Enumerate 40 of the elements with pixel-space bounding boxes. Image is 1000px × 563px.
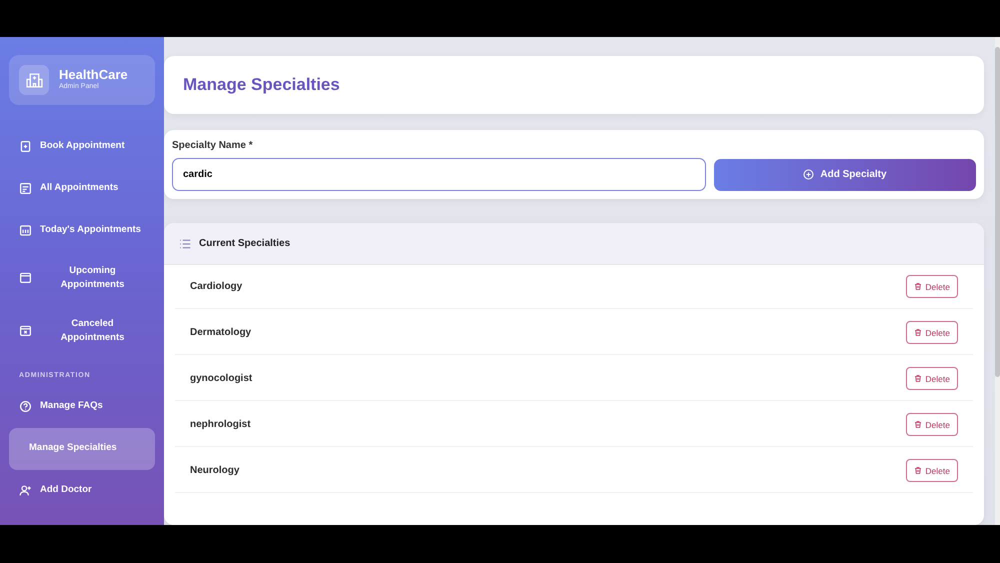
- trash-icon: [914, 374, 922, 384]
- trash-icon: [914, 328, 922, 338]
- specialty-name: Dermatology: [190, 326, 252, 340]
- add-specialty-button[interactable]: Add Specialty: [714, 158, 976, 191]
- help-icon: [19, 400, 32, 413]
- delete-button[interactable]: Delete: [906, 367, 958, 390]
- hospital-icon: [26, 72, 42, 88]
- trash-icon: [914, 466, 922, 476]
- sidebar-item[interactable]: Add Doctor: [9, 470, 155, 512]
- sidebar-item[interactable]: Manage FAQs: [9, 386, 155, 428]
- delete-button[interactable]: Delete: [906, 413, 958, 436]
- calendar-icon: [19, 224, 32, 236]
- sidebar-item[interactable]: Upcoming Appointments: [9, 251, 155, 304]
- notebook-icon: [19, 140, 32, 152]
- scrollbar[interactable]: [995, 37, 1000, 525]
- brand-title: HealthCare: [59, 68, 128, 82]
- sidebar-item[interactable]: Manage Specialties: [9, 428, 155, 470]
- sidebar-item[interactable]: All Appointments: [9, 167, 155, 209]
- field-label: Specialty Name *: [172, 139, 254, 154]
- document-icon: [19, 182, 32, 194]
- plus-circle-icon: [803, 169, 814, 180]
- calendar-icon: [19, 271, 32, 284]
- list-icon: [179, 238, 191, 250]
- sidebar-item[interactable]: Today's Appointments: [9, 209, 155, 251]
- calendar-icon: [19, 324, 32, 337]
- page-title: Manage Specialties: [182, 74, 341, 96]
- specialty-name: nephrologist: [190, 418, 251, 432]
- sidebar-item[interactable]: Canceled Appointments: [9, 304, 155, 357]
- list-title: Current Specialties: [199, 237, 290, 252]
- user-add-icon: [19, 484, 32, 497]
- trash-icon: [914, 282, 922, 292]
- specialty-name: Neurology: [190, 464, 240, 478]
- trash-icon: [914, 420, 922, 430]
- sidebar-item[interactable]: Book Appointment: [9, 125, 155, 167]
- input-field[interactable]: cardic: [172, 158, 706, 192]
- specialty-name: gynocologist: [190, 372, 252, 386]
- delete-button[interactable]: Delete: [906, 459, 958, 482]
- delete-button[interactable]: Delete: [906, 321, 958, 344]
- delete-button[interactable]: Delete: [906, 275, 958, 298]
- specialty-name: Cardiology: [190, 280, 242, 294]
